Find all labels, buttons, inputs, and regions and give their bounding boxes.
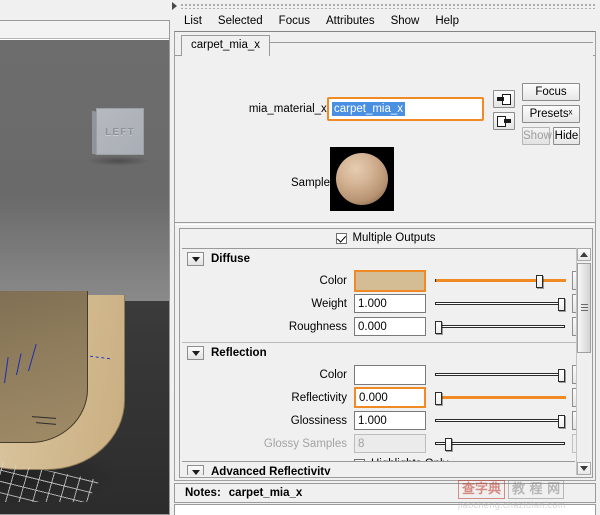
material-header-block: mia_material_x: carpet_mia_x Focus Prese… bbox=[175, 57, 595, 225]
glossy-samples-slider[interactable] bbox=[435, 434, 565, 453]
menu-item-help[interactable]: Help bbox=[427, 13, 467, 29]
row-diffuse-color: Color bbox=[182, 269, 576, 292]
reflectivity-input[interactable]: 0.000 bbox=[354, 387, 426, 408]
label-diffuse-color: Color bbox=[319, 274, 347, 287]
viewport-pane: LEFT bbox=[0, 0, 170, 515]
row-reflectivity: Reflectivity 0.000 bbox=[182, 386, 576, 409]
row-reflection-color: Color bbox=[182, 363, 576, 386]
diffuse-roughness-slider[interactable] bbox=[435, 317, 565, 336]
diffuse-roughness-input[interactable]: 0.000 bbox=[354, 317, 426, 336]
scene-wall bbox=[0, 40, 169, 301]
header-separator bbox=[175, 222, 595, 225]
material-type-label: mia_material_x: bbox=[248, 103, 330, 115]
menu-item-attributes[interactable]: Attributes bbox=[318, 13, 383, 29]
hide-button[interactable]: Hide bbox=[553, 127, 580, 145]
reflection-color-slider[interactable] bbox=[435, 365, 565, 384]
section-reflection-header[interactable]: Reflection bbox=[182, 343, 576, 363]
attributes-scroll-area: Multiple Outputs Diffuse Color Weight 1.… bbox=[179, 228, 593, 478]
collapse-arrow-icon[interactable] bbox=[172, 2, 177, 10]
scroll-down-button[interactable] bbox=[577, 462, 591, 475]
scroll-up-button[interactable] bbox=[577, 248, 591, 261]
menu-item-list[interactable]: List bbox=[176, 13, 210, 29]
chevron-up-icon bbox=[580, 252, 588, 257]
glossiness-input[interactable]: 1.000 bbox=[354, 411, 426, 430]
glossiness-slider[interactable] bbox=[435, 411, 565, 430]
label-diffuse-weight: Weight bbox=[311, 297, 347, 310]
sample-label: Sample bbox=[291, 177, 330, 189]
row-diffuse-weight: Weight 1.000 bbox=[182, 292, 576, 315]
material-name-row: mia_material_x: carpet_mia_x Focus Prese… bbox=[175, 83, 595, 145]
section-advanced-reflectivity-header[interactable]: Advanced Reflectivity bbox=[182, 462, 575, 475]
label-glossiness: Glossiness bbox=[290, 414, 347, 427]
label-reflectivity: Reflectivity bbox=[291, 391, 347, 404]
section-diffuse-header[interactable]: Diffuse bbox=[182, 249, 576, 269]
section-reflection-title: Reflection bbox=[211, 347, 267, 359]
notes-label: Notes: bbox=[185, 487, 221, 499]
row-glossiness: Glossiness 1.000 bbox=[182, 409, 576, 432]
sample-row: Sample bbox=[175, 147, 595, 217]
diffuse-weight-slider[interactable] bbox=[435, 294, 565, 313]
notes-bar: Notes: carpet_mia_x bbox=[174, 483, 596, 503]
diffuse-weight-input[interactable]: 1.000 bbox=[354, 294, 426, 313]
menu-item-focus[interactable]: Focus bbox=[271, 13, 318, 29]
section-advanced-reflectivity-title: Advanced Reflectivity bbox=[211, 466, 331, 475]
section-diffuse-title: Diffuse bbox=[211, 253, 250, 265]
app-window: LEFT List Selected Focus Attributes Show… bbox=[0, 0, 600, 515]
multiple-outputs-checkbox[interactable] bbox=[336, 232, 348, 244]
scrollbar-thumb[interactable] bbox=[577, 263, 591, 353]
output-node-button[interactable] bbox=[493, 112, 515, 130]
diffuse-color-slider[interactable] bbox=[435, 271, 566, 290]
view-cube[interactable]: LEFT bbox=[92, 108, 145, 158]
menu-item-selected[interactable]: Selected bbox=[210, 13, 271, 29]
reflectivity-slider[interactable] bbox=[435, 388, 566, 407]
multiple-outputs-row[interactable]: Multiple Outputs bbox=[180, 229, 592, 247]
viewport-3d-scene[interactable]: LEFT bbox=[0, 40, 169, 514]
viewport-label-strip bbox=[0, 21, 169, 39]
view-cube-label: LEFT bbox=[105, 127, 135, 138]
attribute-editor-pane: List Selected Focus Attributes Show Help… bbox=[170, 0, 600, 515]
reflection-color-swatch[interactable] bbox=[354, 364, 426, 385]
label-glossy-samples: Glossy Samples bbox=[263, 437, 347, 450]
material-name-value: carpet_mia_x bbox=[332, 102, 406, 116]
grip-dots-icon bbox=[180, 3, 596, 9]
focus-button[interactable]: Focus bbox=[522, 83, 580, 101]
chevron-down-icon bbox=[580, 466, 588, 471]
menubar: List Selected Focus Attributes Show Help bbox=[170, 11, 600, 30]
object-rim-edge bbox=[0, 291, 88, 443]
row-glossy-samples: Glossy Samples 8 bbox=[182, 432, 576, 455]
multiple-outputs-label: Multiple Outputs bbox=[352, 232, 436, 244]
label-reflection-color: Color bbox=[319, 368, 347, 381]
material-name-input[interactable]: carpet_mia_x bbox=[327, 97, 484, 121]
diffuse-color-swatch[interactable] bbox=[354, 269, 426, 292]
show-button[interactable]: Show bbox=[522, 127, 552, 145]
sample-sphere bbox=[336, 153, 388, 205]
row-diffuse-roughness: Roughness 0.000 bbox=[182, 315, 576, 338]
section-reflection: Reflection Color Reflectivity 0.000 Glos… bbox=[182, 343, 576, 475]
notes-value: carpet_mia_x bbox=[228, 487, 303, 499]
glossy-samples-input[interactable]: 8 bbox=[354, 434, 426, 453]
menu-item-show[interactable]: Show bbox=[383, 13, 428, 29]
carpet-chair-object[interactable] bbox=[0, 291, 125, 475]
sections-container: Diffuse Color Weight 1.000 Roughness 0.0… bbox=[182, 248, 576, 475]
tab-row-filler bbox=[259, 42, 593, 56]
viewport-frame: LEFT bbox=[0, 20, 170, 515]
sample-preview[interactable] bbox=[330, 147, 394, 211]
input-node-button[interactable] bbox=[493, 90, 515, 108]
arrow-into-box-icon bbox=[497, 93, 511, 105]
section-diffuse: Diffuse Color Weight 1.000 Roughness 0.0… bbox=[182, 249, 576, 343]
presets-button[interactable]: Presetsˣ bbox=[522, 105, 580, 123]
chevron-down-icon[interactable] bbox=[187, 346, 204, 360]
chevron-down-icon[interactable] bbox=[187, 252, 204, 266]
label-diffuse-roughness: Roughness bbox=[288, 320, 347, 333]
notes-textarea[interactable] bbox=[174, 504, 596, 515]
chevron-down-icon[interactable] bbox=[187, 465, 204, 475]
tab-carpet-mia-x[interactable]: carpet_mia_x bbox=[181, 35, 271, 56]
tab-row: carpet_mia_x bbox=[175, 32, 595, 56]
section-advanced-reflectivity-partial[interactable]: Advanced Reflectivity bbox=[182, 461, 575, 475]
attribute-editor-body: carpet_mia_x mia_material_x: carpet_mia_… bbox=[174, 31, 596, 481]
grip-lines-icon bbox=[580, 304, 588, 312]
attributes-scrollbar[interactable] bbox=[576, 248, 591, 475]
arrow-out-of-box-icon bbox=[497, 115, 511, 127]
